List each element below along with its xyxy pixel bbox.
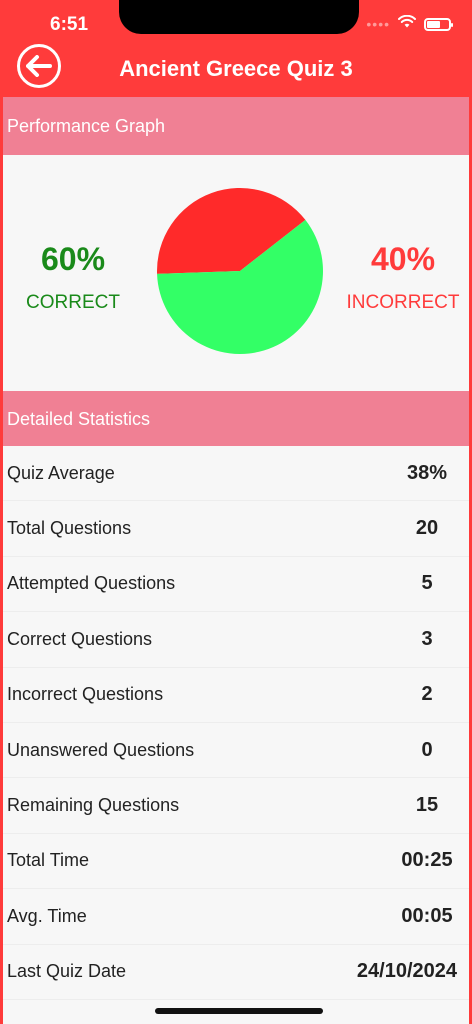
- incorrect-percentage: 40%: [370, 241, 436, 277]
- performance-pie-chart: [156, 188, 323, 355]
- stat-label: Avg. Time: [7, 905, 87, 926]
- page-title: Ancient Greece Quiz 3: [119, 56, 353, 81]
- stat-row-remaining-questions: Remaining Questions 15: [3, 778, 469, 834]
- stat-label: Quiz Average: [7, 462, 115, 483]
- correct-stat: 60% CORRECT: [21, 241, 125, 314]
- stat-row-total-questions: Total Questions 20: [3, 501, 469, 557]
- header-bar: 6:51 •••• Ancient Greece Quiz 3: [3, 0, 469, 97]
- wifi-icon: [398, 14, 416, 33]
- stat-row-last-quiz-date: Last Quiz Date 24/10/2024: [3, 944, 469, 1000]
- detailed-statistics-title: Detailed Statistics: [7, 408, 151, 429]
- stat-value: 0: [421, 738, 433, 761]
- correct-label: CORRECT: [26, 292, 120, 313]
- stat-row-correct-questions: Correct Questions 3: [3, 612, 469, 668]
- home-indicator: [155, 1008, 323, 1014]
- stat-value: 3: [421, 627, 433, 650]
- stat-row-unanswered-questions: Unanswered Questions 0: [3, 722, 469, 779]
- battery-icon: [424, 17, 453, 31]
- stat-row-quiz-average: Quiz Average 38%: [3, 446, 469, 502]
- stat-label: Last Quiz Date: [7, 961, 127, 982]
- stat-value: 5: [421, 572, 433, 595]
- stat-value: 00:05: [401, 904, 453, 927]
- correct-percentage: 60%: [40, 241, 106, 277]
- stat-label: Attempted Questions: [7, 573, 176, 594]
- stat-label: Total Questions: [7, 518, 132, 539]
- stat-label: Correct Questions: [7, 628, 153, 649]
- status-time: 6:51: [50, 14, 89, 35]
- stat-label: Remaining Questions: [7, 795, 180, 816]
- status-icons: ••••: [366, 14, 453, 33]
- detailed-statistics-header: Detailed Statistics: [3, 391, 469, 447]
- stat-value: 24/10/2024: [356, 960, 457, 983]
- stat-value: 38%: [406, 461, 448, 484]
- stat-label: Unanswered Questions: [7, 739, 195, 760]
- incorrect-label: INCORRECT: [346, 292, 460, 313]
- stat-row-attempted-questions: Attempted Questions 5: [3, 556, 469, 613]
- performance-graph-title: Performance Graph: [7, 115, 166, 136]
- quiz-result-screen: 6:51 •••• Ancient Greece Quiz 3 Performa…: [0, 0, 472, 1024]
- device-notch: [119, 0, 359, 34]
- stat-row-avg-time: Avg. Time 00:05: [3, 889, 469, 945]
- stat-value: 15: [415, 794, 439, 817]
- stat-row-incorrect-questions: Incorrect Questions 2: [3, 667, 469, 723]
- performance-graph: 60% CORRECT 40% INCORRECT: [3, 157, 469, 392]
- stat-label: Incorrect Questions: [7, 684, 164, 705]
- stat-value: 20: [415, 517, 439, 540]
- statistics-list: Quiz Average 38% Total Questions 20 Atte…: [3, 446, 469, 1000]
- incorrect-stat: 40% INCORRECT: [341, 241, 465, 314]
- stat-row-total-time: Total Time 00:25: [3, 833, 469, 890]
- stat-label: Total Time: [7, 850, 90, 871]
- stat-value: 00:25: [401, 849, 453, 872]
- stat-value: 2: [421, 683, 433, 706]
- cellular-signal-icon: ••••: [366, 16, 390, 32]
- performance-graph-header: Performance Graph: [3, 97, 469, 155]
